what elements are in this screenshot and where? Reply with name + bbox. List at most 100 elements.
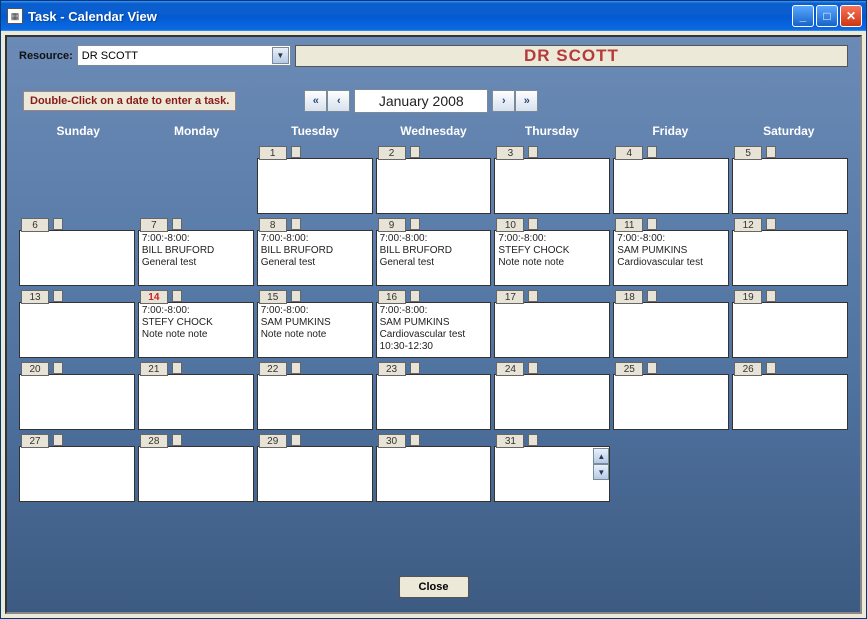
day-body[interactable]: 7:00:-8:00:BILL BRUFORDGeneral test [257,230,373,286]
day-number-tab[interactable]: 13 [21,290,49,304]
day-body[interactable] [613,374,729,430]
calendar-cell[interactable]: 2 [376,146,492,214]
day-number-tab[interactable]: 6 [21,218,49,232]
calendar-cell[interactable]: 29 [257,434,373,502]
day-number-tab[interactable]: 29 [259,434,287,448]
calendar-cell[interactable]: 1 [257,146,373,214]
day-body[interactable] [376,158,492,214]
calendar-cell[interactable]: 97:00:-8:00:BILL BRUFORDGeneral test [376,218,492,286]
day-body[interactable]: 7:00:-8:00:SAM PUMKINSCardiovascular tes… [376,302,492,358]
event[interactable]: 7:00:-8:00:STEFY CHOCKNote note note [498,233,606,269]
calendar-cell[interactable]: 27 [19,434,135,502]
day-number-tab[interactable]: 23 [378,362,406,376]
day-body[interactable]: 7:00:-8:00:SAM PUMKINSCardiovascular tes… [613,230,729,286]
event[interactable]: 7:00:-8:00:STEFY CHOCKNote note note [142,305,250,341]
calendar-cell[interactable]: 23 [376,362,492,430]
day-number-tab[interactable]: 28 [140,434,168,448]
day-body[interactable] [732,230,848,286]
close-window-button[interactable]: ✕ [840,5,862,27]
day-body[interactable] [257,446,373,502]
day-body[interactable]: 7:00:-8:00:SAM PUMKINSNote note note [257,302,373,358]
day-body[interactable] [613,302,729,358]
calendar-cell[interactable]: 87:00:-8:00:BILL BRUFORDGeneral test [257,218,373,286]
day-number-tab[interactable]: 21 [140,362,168,376]
day-body[interactable] [257,374,373,430]
day-number-tab[interactable]: 5 [734,146,762,160]
calendar-cell[interactable]: 147:00:-8:00:STEFY CHOCKNote note note [138,290,254,358]
calendar-cell[interactable]: 117:00:-8:00:SAM PUMKINSCardiovascular t… [613,218,729,286]
dropdown-arrow-icon[interactable]: ▼ [272,47,289,64]
day-body[interactable] [19,302,135,358]
event[interactable]: 7:00:-8:00:SAM PUMKINSCardiovascular tes… [617,233,725,269]
day-body[interactable] [732,374,848,430]
day-body[interactable]: 7:00:-8:00:BILL BRUFORDGeneral test [376,230,492,286]
scroll-up-icon[interactable]: ▲ [593,448,609,464]
calendar-cell[interactable]: 17 [494,290,610,358]
calendar-cell[interactable]: 26 [732,362,848,430]
nav-last-button[interactable]: » [515,90,538,112]
day-body[interactable] [138,374,254,430]
calendar-cell[interactable]: 24 [494,362,610,430]
day-number-tab[interactable]: 3 [496,146,524,160]
calendar-cell[interactable]: 12 [732,218,848,286]
day-number-tab[interactable]: 10 [496,218,524,232]
day-number-tab[interactable]: 20 [21,362,49,376]
event[interactable]: 7:00:-8:00:SAM PUMKINSNote note note [261,305,369,341]
minimize-button[interactable]: _ [792,5,814,27]
day-number-tab[interactable]: 2 [378,146,406,160]
calendar-cell[interactable]: 167:00:-8:00:SAM PUMKINSCardiovascular t… [376,290,492,358]
event[interactable]: 7:00:-8:00:BILL BRUFORDGeneral test [380,233,488,269]
day-body[interactable]: 7:00:-8:00:STEFY CHOCKNote note note [138,302,254,358]
calendar-cell[interactable]: 3 [494,146,610,214]
calendar-cell[interactable]: 19 [732,290,848,358]
day-body[interactable] [19,374,135,430]
day-number-tab[interactable]: 26 [734,362,762,376]
day-number-tab[interactable]: 24 [496,362,524,376]
scroll-down-icon[interactable]: ▼ [593,464,609,480]
day-body[interactable] [257,158,373,214]
calendar-cell[interactable]: 13 [19,290,135,358]
day-body[interactable]: 7:00:-8:00:BILL BRUFORDGeneral test [138,230,254,286]
day-body[interactable] [494,158,610,214]
day-body[interactable] [732,302,848,358]
day-body[interactable]: 7:00:-8:00:STEFY CHOCKNote note note [494,230,610,286]
nav-first-button[interactable]: « [304,90,327,112]
day-number-tab[interactable]: 22 [259,362,287,376]
event[interactable]: 7:00:-8:00:SAM PUMKINSCardiovascular tes… [380,305,488,341]
calendar-cell[interactable]: 30 [376,434,492,502]
calendar-cell[interactable]: 157:00:-8:00:SAM PUMKINSNote note note [257,290,373,358]
day-number-tab[interactable]: 19 [734,290,762,304]
event[interactable]: 10:30-12:30 [380,341,488,353]
event[interactable]: 7:00:-8:00:BILL BRUFORDGeneral test [261,233,369,269]
day-number-tab[interactable]: 7 [140,218,168,232]
day-number-tab[interactable]: 27 [21,434,49,448]
day-body[interactable] [494,374,610,430]
cell-scrollbar[interactable]: ▲▼ [593,448,609,480]
calendar-cell[interactable]: 31 ▲▼ [494,434,610,502]
event[interactable]: 7:00:-8:00:BILL BRUFORDGeneral test [142,233,250,269]
calendar-cell[interactable]: 107:00:-8:00:STEFY CHOCKNote note note [494,218,610,286]
day-number-tab[interactable]: 11 [615,218,643,232]
calendar-cell[interactable]: 5 [732,146,848,214]
day-body[interactable] [613,158,729,214]
nav-next-button[interactable]: › [492,90,515,112]
day-body[interactable] [376,374,492,430]
day-body[interactable] [732,158,848,214]
day-number-tab[interactable]: 14 [140,290,168,304]
calendar-cell[interactable]: 28 [138,434,254,502]
calendar-cell[interactable]: 18 [613,290,729,358]
day-number-tab[interactable]: 8 [259,218,287,232]
calendar-cell[interactable]: 22 [257,362,373,430]
calendar-cell[interactable]: 20 [19,362,135,430]
day-number-tab[interactable]: 25 [615,362,643,376]
day-number-tab[interactable]: 4 [615,146,643,160]
resource-select[interactable]: DR SCOTT ▼ [77,45,291,66]
day-number-tab[interactable]: 9 [378,218,406,232]
day-number-tab[interactable]: 1 [259,146,287,160]
nav-prev-button[interactable]: ‹ [327,90,350,112]
calendar-cell[interactable]: 21 [138,362,254,430]
day-number-tab[interactable]: 18 [615,290,643,304]
calendar-cell[interactable]: 4 [613,146,729,214]
day-number-tab[interactable]: 31 [496,434,524,448]
calendar-cell[interactable]: 6 [19,218,135,286]
